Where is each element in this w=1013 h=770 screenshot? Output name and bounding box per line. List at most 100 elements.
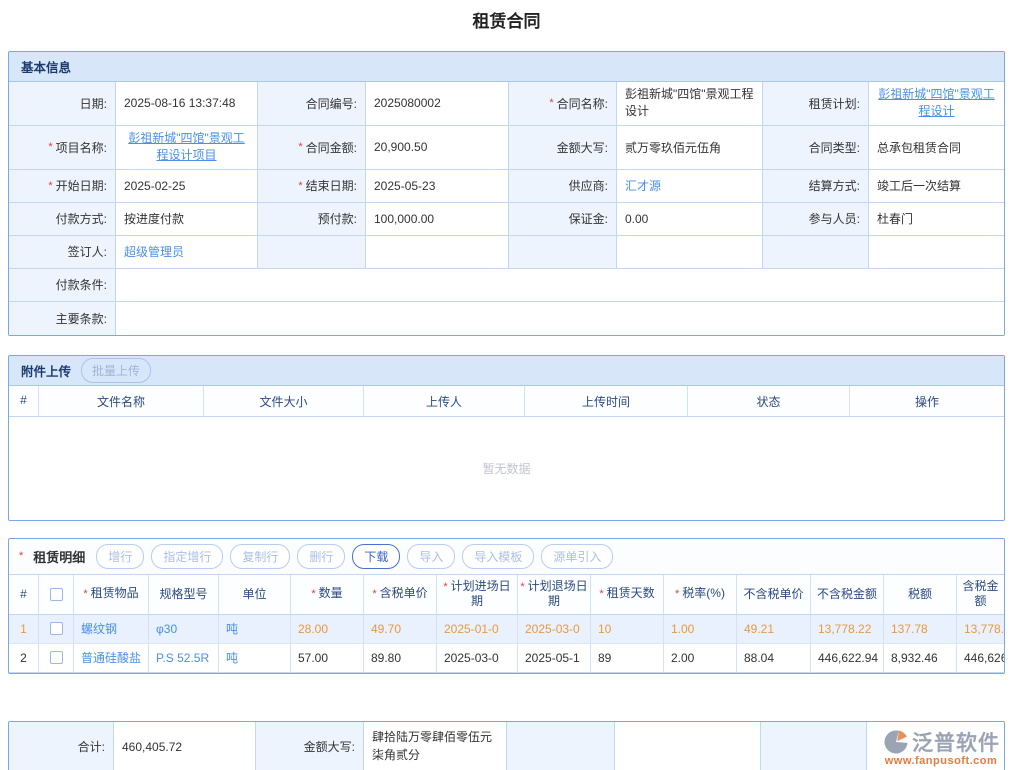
- unit-cell: 吨: [219, 644, 291, 673]
- contract-name-value: 彭祖新城"四馆"景观工程设计: [617, 82, 763, 126]
- empty-value-cell: [617, 236, 763, 269]
- out-date-cell: 2025-03-0: [518, 615, 591, 644]
- empty-value-cell: [366, 236, 509, 269]
- tax-rate-cell: 2.00: [664, 644, 737, 673]
- logo-cell: 泛普软件 www.fanpusoft.com: [867, 722, 1004, 770]
- import-button[interactable]: 导入: [407, 544, 455, 569]
- row-index: 1: [9, 615, 39, 644]
- basic-info-title: 基本信息: [21, 57, 71, 76]
- contract-no-label: 合同编号:: [258, 82, 366, 126]
- prepayment-value: 100,000.00: [366, 203, 509, 236]
- attachments-header: 附件上传 批量上传: [9, 356, 1004, 386]
- lease-details-table-header: # *租赁物品 规格型号 单位 *数量 *含税单价 *计划进场日期 *计划退场日…: [9, 575, 1004, 615]
- payment-terms-label: 付款条件:: [9, 269, 116, 302]
- table-row: 1 螺纹钢 φ30 吨 28.00 49.70 2025-01-0 2025-0…: [9, 615, 1004, 644]
- contract-no-value: 2025080002: [366, 82, 509, 126]
- empty-label-cell: [763, 236, 869, 269]
- project-name-link[interactable]: 彭祖新城"四馆"景观工程设计项目: [124, 130, 249, 165]
- col-tax: 税额: [884, 575, 957, 615]
- qty-cell: 57.00: [291, 644, 364, 673]
- amount-words-label: 金额大写:: [509, 126, 617, 170]
- table-row: 2 普通硅酸盐 P.S 52.5R 吨 57.00 89.80 2025-03-…: [9, 644, 1004, 673]
- fanpu-logo: 泛普软件 www.fanpusoft.com: [882, 727, 1000, 767]
- in-date-cell: 2025-03-0: [437, 644, 518, 673]
- basic-info-header: 基本信息: [9, 52, 1004, 82]
- col-uploader: 上传人: [364, 386, 525, 416]
- insert-row-button[interactable]: 指定增行: [151, 544, 223, 569]
- row-select: [39, 644, 74, 673]
- add-row-button[interactable]: 增行: [96, 544, 144, 569]
- project-name-cell: 彭祖新城"四馆"景观工程设计项目: [116, 126, 258, 170]
- attachments-table-header: # 文件名称 文件大小 上传人 上传时间 状态 操作: [9, 386, 1004, 417]
- col-status: 状态: [688, 386, 850, 416]
- item-link[interactable]: 普通硅酸盐: [81, 649, 141, 666]
- supplier-cell: 汇才源: [617, 170, 763, 203]
- project-name-label: *项目名称:: [9, 126, 116, 170]
- required-mark: *: [298, 141, 302, 153]
- required-mark: *: [298, 180, 302, 192]
- lease-plan-link[interactable]: 彭祖新城"四馆"景观工程设计: [877, 86, 996, 121]
- row-select: [39, 615, 74, 644]
- empty-label-cell: [507, 722, 615, 770]
- item-link[interactable]: 螺纹钢: [81, 620, 117, 637]
- basic-info-grid: 日期: 2025-08-16 13:37:48 合同编号: 2025080002…: [9, 82, 1004, 335]
- delete-row-button[interactable]: 删行: [297, 544, 345, 569]
- logo-text: 泛普软件: [912, 727, 1000, 757]
- source-import-button[interactable]: 源单引入: [541, 544, 613, 569]
- lease-plan-label: 租赁计划:: [763, 82, 869, 126]
- import-template-button[interactable]: 导入模板: [462, 544, 534, 569]
- lease-details-panel: * 租赁明细 增行 指定增行 复制行 删行 下载 导入 导入模板 源单引入 # …: [8, 538, 1005, 674]
- col-index: #: [9, 575, 39, 615]
- lease-details-title: 租赁明细: [33, 547, 85, 566]
- page-title: 租赁合同: [8, 0, 1005, 31]
- attachments-panel: 附件上传 批量上传 # 文件名称 文件大小 上传人 上传时间 状态 操作 暂无数…: [8, 355, 1005, 521]
- contract-amount-label: *合同金额:: [258, 126, 366, 170]
- row-index: 2: [9, 644, 39, 673]
- unit-link[interactable]: 吨: [226, 620, 238, 637]
- start-date-value: 2025-02-25: [116, 170, 258, 203]
- row-checkbox[interactable]: [50, 651, 63, 664]
- amount-words-value: 贰万零玖佰元伍角: [617, 126, 763, 170]
- signer-link[interactable]: 超级管理员: [124, 243, 184, 260]
- col-price-tax: *含税单价: [364, 575, 437, 615]
- payment-method-label: 付款方式:: [9, 203, 116, 236]
- contract-type-label: 合同类型:: [763, 126, 869, 170]
- lease-plan-cell: 彭祖新城"四馆"景观工程设计: [869, 82, 1004, 126]
- amount-no-tax-cell: 13,778.22: [811, 615, 884, 644]
- attachments-empty-state: 暂无数据: [9, 417, 1004, 520]
- col-tax-rate: *税率(%): [664, 575, 737, 615]
- attachments-title: 附件上传: [21, 361, 71, 380]
- col-actions: 操作: [850, 386, 1004, 416]
- unit-link[interactable]: 吨: [226, 649, 238, 666]
- select-all-checkbox[interactable]: [50, 588, 63, 601]
- empty-label-cell: [761, 722, 867, 770]
- supplier-link[interactable]: 汇才源: [625, 177, 661, 194]
- empty-value-cell: [615, 722, 761, 770]
- main-clauses-label: 主要条款:: [9, 302, 116, 335]
- out-date-cell: 2025-05-1: [518, 644, 591, 673]
- col-index: #: [9, 386, 39, 416]
- start-date-label: *开始日期:: [9, 170, 116, 203]
- col-qty: *数量: [291, 575, 364, 615]
- col-amount-no-tax: 不含税金额: [811, 575, 884, 615]
- download-button[interactable]: 下载: [352, 544, 400, 569]
- row-checkbox[interactable]: [50, 622, 63, 635]
- col-days: *租赁天数: [591, 575, 664, 615]
- batch-upload-button[interactable]: 批量上传: [81, 358, 151, 383]
- required-mark: *: [48, 141, 52, 153]
- summary-amount-words-label: 金额大写:: [256, 722, 364, 770]
- required-mark: *: [48, 180, 52, 192]
- page: 租赁合同 基本信息 日期: 2025-08-16 13:37:48 合同编号: …: [0, 0, 1013, 770]
- date-value: 2025-08-16 13:37:48: [116, 82, 258, 126]
- price-no-tax-cell: 49.21: [737, 615, 811, 644]
- summary-amount-words-value: 肆拾陆万零肆佰零伍元柒角贰分: [364, 722, 507, 770]
- price-no-tax-cell: 88.04: [737, 644, 811, 673]
- empty-label-cell: [258, 236, 366, 269]
- col-price-no-tax: 不含税单价: [737, 575, 811, 615]
- days-cell: 89: [591, 644, 664, 673]
- spec-link[interactable]: P.S 52.5R: [156, 651, 209, 665]
- spec-link[interactable]: φ30: [156, 622, 177, 636]
- amount-no-tax-cell: 446,622.94: [811, 644, 884, 673]
- item-cell: 普通硅酸盐: [74, 644, 149, 673]
- copy-row-button[interactable]: 复制行: [230, 544, 290, 569]
